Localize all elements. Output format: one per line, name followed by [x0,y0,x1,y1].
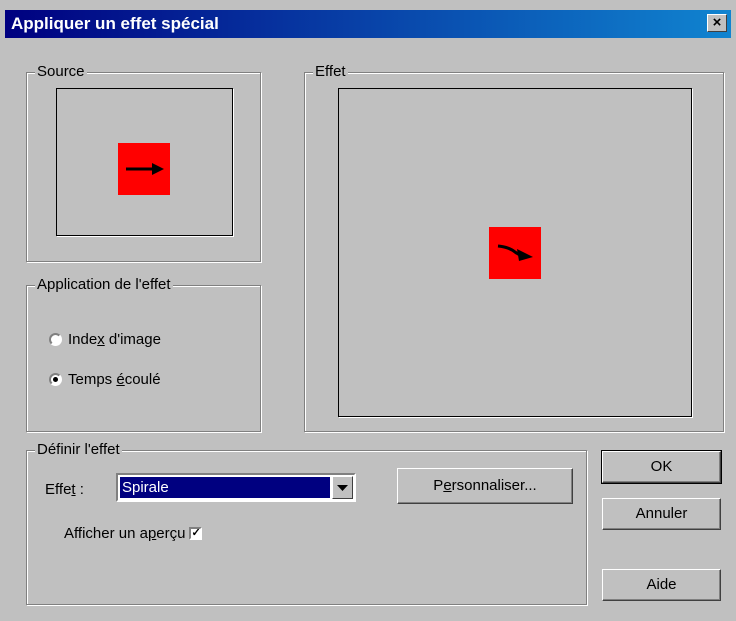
source-legend: Source [35,63,87,80]
help-button[interactable]: Aide [602,569,721,601]
dropdown-button[interactable] [332,476,353,499]
cancel-button[interactable]: Annuler [602,498,721,530]
radio-temps-ecoule[interactable]: Temps écoulé [49,371,161,388]
apercu-checkbox-row[interactable]: Afficher un aperçu ✓ [64,525,203,542]
chevron-down-icon [337,485,348,491]
spiral-arrow-icon [497,244,533,261]
source-group: Source [26,63,261,262]
effet-select[interactable]: Spirale [116,473,356,502]
effet-preview [338,88,692,417]
source-preview [56,88,233,236]
radio-label-temps-ecoule: Temps écoulé [68,371,161,388]
effet-select-value: Spirale [120,477,330,498]
effet-label: Effet : [45,481,84,498]
effet-preview-square [489,227,541,279]
close-button[interactable]: × [707,14,727,32]
apercu-checkbox[interactable]: ✓ [189,527,203,540]
radio-label-index-image: Index d'image [68,331,161,348]
window-title: Appliquer un effet spécial [11,14,219,33]
radio-index-image[interactable]: Index d'image [49,331,161,348]
radio-button[interactable] [49,373,62,386]
dialog-window: Appliquer un effet spécial × Source Effe… [0,0,736,621]
definir-legend: Définir l'effet [35,441,122,458]
radio-button[interactable] [49,333,62,346]
title-bar[interactable]: Appliquer un effet spécial × [5,10,731,38]
personnaliser-button[interactable]: Personnaliser... [397,468,573,504]
application-legend: Application de l'effet [35,276,173,293]
effet-legend: Effet [313,63,348,80]
application-group: Application de l'effet Index d'image Tem… [26,276,261,432]
ok-button[interactable]: OK [601,450,722,484]
effet-group: Effet [304,63,724,432]
right-arrow-icon [126,163,164,175]
apercu-label: Afficher un aperçu [64,525,186,542]
definir-group: Définir l'effet Effet : Spirale Personna… [26,441,587,605]
source-preview-square [118,143,170,195]
